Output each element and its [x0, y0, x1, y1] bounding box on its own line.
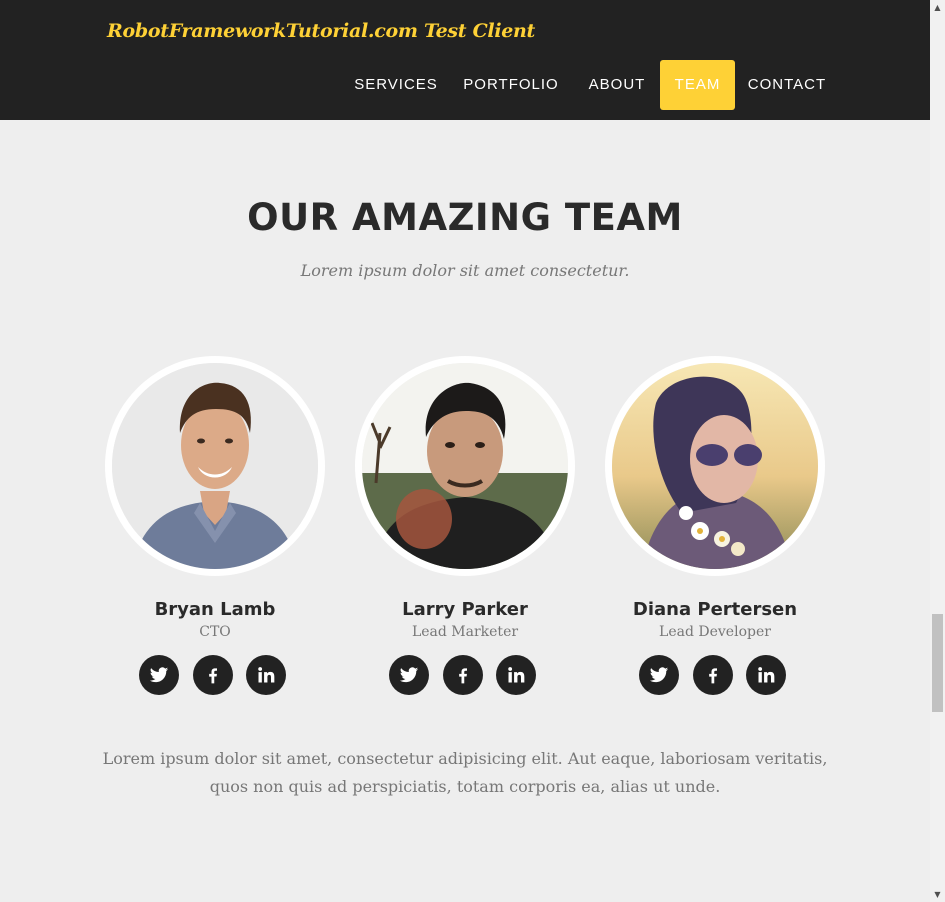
facebook-icon[interactable]: [193, 655, 233, 695]
linkedin-icon[interactable]: [496, 655, 536, 695]
page-scrollbar[interactable]: ▲ ▼: [930, 0, 945, 902]
scroll-down-icon[interactable]: ▼: [930, 887, 945, 902]
team-description: Lorem ipsum dolor sit amet, consectetur …: [102, 749, 828, 796]
nav-team[interactable]: TEAM: [660, 60, 735, 110]
facebook-icon[interactable]: [443, 655, 483, 695]
section-title: OUR AMAZING TEAM: [247, 196, 683, 239]
twitter-icon[interactable]: [639, 655, 679, 695]
team-member-photo: [605, 356, 825, 576]
facebook-icon[interactable]: [693, 655, 733, 695]
nav-about[interactable]: ABOUT: [579, 60, 655, 110]
team-member-photo: [355, 356, 575, 576]
linkedin-icon[interactable]: [746, 655, 786, 695]
team-member-photo: [105, 356, 325, 576]
team-member-role: Lead Developer: [659, 624, 771, 640]
twitter-icon[interactable]: [389, 655, 429, 695]
section-subtitle: Lorem ipsum dolor sit amet consectetur.: [300, 261, 630, 280]
nav-services[interactable]: SERVICES: [343, 60, 449, 110]
team-member-role: CTO: [199, 624, 231, 640]
twitter-icon[interactable]: [139, 655, 179, 695]
team-member-name: Diana Pertersen: [632, 599, 798, 620]
team-member-name: Bryan Lamb: [154, 599, 276, 620]
scroll-thumb[interactable]: [932, 614, 943, 712]
brand-logo[interactable]: RobotFrameworkTutorial.com Test Client: [107, 20, 535, 42]
nav-portfolio[interactable]: PORTFOLIO: [457, 60, 565, 110]
scroll-up-icon[interactable]: ▲: [930, 0, 945, 15]
navbar: RobotFrameworkTutorial.com Test Client S…: [0, 0, 930, 120]
linkedin-icon[interactable]: [246, 655, 286, 695]
team-member-name: Larry Parker: [402, 599, 528, 620]
team-member-role: Lead Marketer: [411, 624, 519, 640]
nav-contact[interactable]: CONTACT: [741, 60, 833, 110]
